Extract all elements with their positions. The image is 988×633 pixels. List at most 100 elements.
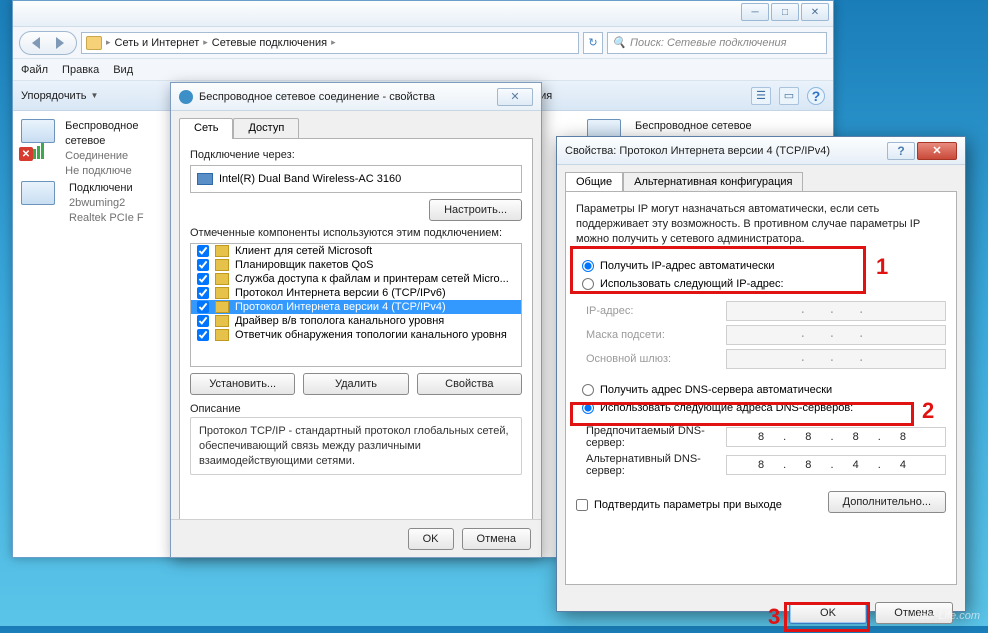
tab-sharing[interactable]: Доступ [233,118,299,139]
ok-button[interactable]: OK [408,528,454,550]
radio-auto-dns[interactable]: Получить адрес DNS-сервера автоматически [576,381,946,399]
component-checkbox[interactable] [197,329,209,341]
window-titlebar: ─ □ ✕ [13,1,833,27]
dialog-footer: OK Отмена [171,519,541,557]
tab-network[interactable]: Сеть [179,118,233,139]
adapter-properties-dialog: Беспроводное сетевое соединение - свойст… [170,82,542,558]
organize-button[interactable]: Упорядочить▼ [21,90,98,102]
tab-general[interactable]: Общие [565,172,623,192]
connection-sub: Соединение [65,149,171,164]
client-icon [215,245,229,257]
help-button[interactable]: ? [887,142,915,160]
tab-alternate[interactable]: Альтернативная конфигурация [623,172,803,192]
menu-file[interactable]: Файл [21,64,48,76]
breadcrumb-bar[interactable]: ▸ Сеть и Интернет ▸ Сетевые подключения … [81,32,579,54]
dns1-field[interactable]: 8 . 8 . 8 . 8 [726,427,946,447]
gateway-field: . . . [726,349,946,369]
service-icon [215,273,229,285]
dns2-field[interactable]: 8 . 8 . 4 . 4 [726,455,946,475]
component-checkbox[interactable] [197,259,209,271]
nav-back-forward[interactable] [19,31,77,55]
protocol-icon [215,301,229,313]
components-list[interactable]: Клиент для сетей Microsoft Планировщик п… [190,243,522,367]
ip-address-field: . . . [726,301,946,321]
configure-button[interactable]: Настроить... [429,199,522,221]
subnet-mask-label: Маска подсети: [586,329,726,341]
dialog-title: Беспроводное сетевое соединение - свойст… [199,91,435,103]
list-item-selected[interactable]: Протокол Интернета версии 4 (TCP/IPv4) [191,300,521,314]
breadcrumb-item[interactable]: Сеть и Интернет [115,37,200,49]
radio-input[interactable] [582,278,594,290]
validate-label: Подтвердить параметры при выходе [594,499,782,511]
uninstall-button[interactable]: Удалить [303,373,408,395]
list-item[interactable]: Драйвер в/в тополога канального уровня [191,314,521,328]
protocol-icon [215,287,229,299]
close-button[interactable]: ✕ [801,3,829,21]
list-item[interactable]: Ответчик обнаружения топологии канальног… [191,328,521,342]
menu-bar: Файл Правка Вид [13,59,833,81]
adapter-field: Intel(R) Dual Band Wireless-AC 3160 [190,165,522,193]
list-item[interactable]: Протокол Интернета версии 6 (TCP/IPv6) [191,286,521,300]
ipv4-properties-dialog: Свойства: Протокол Интернета версии 4 (T… [556,136,966,612]
connect-via-label: Подключение через: [190,149,522,161]
adapter-icon [197,173,213,185]
component-checkbox[interactable] [197,315,209,327]
search-input[interactable]: 🔍 Поиск: Сетевые подключения [607,32,827,54]
list-item[interactable]: Служба доступа к файлам и принтерам сете… [191,272,521,286]
radio-auto-ip[interactable]: Получить IP-адрес автоматически [576,257,946,275]
properties-button[interactable]: Свойства [417,373,522,395]
watermark: User-Life.com [912,610,980,622]
preview-pane-icon[interactable]: ▭ [779,87,799,105]
refresh-button[interactable]: ↻ [583,32,603,54]
dns2-label: Альтернативный DNS-сервер: [586,453,726,477]
connection-sub: Не подключе [65,164,171,179]
description-text: Протокол TCP/IP - стандартный протокол г… [190,417,522,475]
menu-view[interactable]: Вид [113,64,133,76]
component-checkbox[interactable] [197,287,209,299]
validate-checkbox[interactable] [576,499,588,511]
breadcrumb-item[interactable]: Сетевые подключения [212,37,327,49]
search-placeholder: Поиск: Сетевые подключения [630,37,787,49]
menu-edit[interactable]: Правка [62,64,99,76]
dialog-titlebar: Свойства: Протокол Интернета версии 4 (T… [557,137,965,165]
adapter-name: Intel(R) Dual Band Wireless-AC 3160 [219,173,401,185]
folder-icon [86,36,102,50]
dialog-title: Свойства: Протокол Интернета версии 4 (T… [565,145,830,157]
annotation-number: 3 [768,604,780,630]
connection-title: Беспроводное сетевое [65,119,171,149]
advanced-button[interactable]: Дополнительно... [828,491,946,513]
list-item[interactable]: Планировщик пакетов QoS [191,258,521,272]
maximize-button[interactable]: □ [771,3,799,21]
search-icon: 🔍 [612,36,626,50]
tab-content: Подключение через: Intel(R) Dual Band Wi… [179,138,533,530]
close-button[interactable]: ✕ [917,142,957,160]
annotation-number: 1 [876,254,888,280]
tab-content: Параметры IP могут назначаться автоматич… [565,191,957,585]
radio-manual-dns[interactable]: Использовать следующие адреса DNS-сервер… [576,399,946,417]
subnet-mask-field: . . . [726,325,946,345]
disconnected-icon: ✕ [19,147,33,161]
close-button[interactable]: ✕ [497,88,533,106]
dialog-footer: OK Отмена [557,593,965,633]
component-checkbox[interactable] [197,301,209,313]
annotation-number: 2 [922,398,934,424]
ok-button[interactable]: OK [789,602,867,624]
radio-input[interactable] [582,402,594,414]
minimize-button[interactable]: ─ [741,3,769,21]
radio-manual-ip[interactable]: Использовать следующий IP-адрес: [576,275,946,293]
component-checkbox[interactable] [197,273,209,285]
component-checkbox[interactable] [197,245,209,257]
radio-input[interactable] [582,384,594,396]
connection-title: Подключени [69,181,144,196]
list-item[interactable]: Клиент для сетей Microsoft [191,244,521,258]
view-slider-icon[interactable]: ☰ [751,87,771,105]
connection-sub: Realtek PCIe F [69,211,144,226]
wifi-icon: ✕ [21,119,59,159]
cancel-button[interactable]: Отмена [462,528,531,550]
install-button[interactable]: Установить... [190,373,295,395]
address-bar-row: ▸ Сеть и Интернет ▸ Сетевые подключения … [13,27,833,59]
info-text: Параметры IP могут назначаться автоматич… [576,202,946,247]
help-icon[interactable]: ? [807,87,825,105]
radio-input[interactable] [582,260,594,272]
gateway-label: Основной шлюз: [586,353,726,365]
